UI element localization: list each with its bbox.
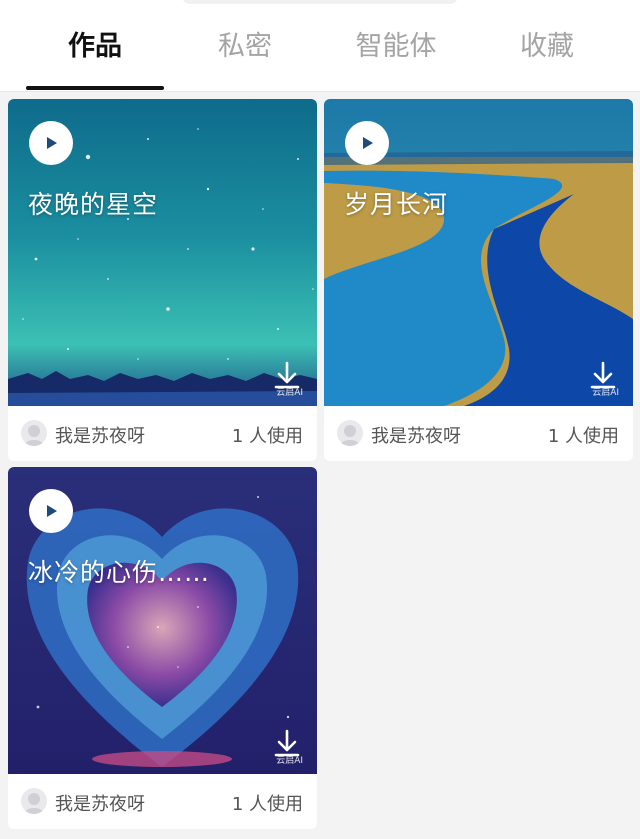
work-footer: 我是苏夜呀 1 人使用 bbox=[8, 406, 317, 461]
work-cover[interactable]: 岁月长河 云启AI bbox=[324, 99, 633, 406]
work-cover[interactable]: 冰冷的心伤…… 云启AI bbox=[8, 467, 317, 774]
work-cover[interactable]: 夜晚的星空 云启AI bbox=[8, 99, 317, 406]
work-card[interactable]: 岁月长河 云启AI 我是苏夜呀 1 人使用 bbox=[324, 99, 633, 461]
author-name[interactable]: 我是苏夜呀 bbox=[371, 422, 461, 448]
tab-works[interactable]: 作品 bbox=[20, 24, 170, 74]
watermark: 云启AI bbox=[276, 756, 303, 766]
active-tab-indicator bbox=[26, 86, 164, 90]
work-title: 岁月长河 bbox=[344, 190, 449, 219]
work-title: 冰冷的心伤…… bbox=[28, 558, 211, 587]
tab-favorites[interactable]: 收藏 bbox=[472, 24, 622, 74]
usage-count: 1 人使用 bbox=[547, 426, 619, 447]
play-icon[interactable] bbox=[345, 121, 389, 165]
tab-bar: 作品 私密 智能体 收藏 bbox=[0, 0, 640, 92]
author-name[interactable]: 我是苏夜呀 bbox=[55, 422, 145, 448]
works-grid: 夜晚的星空 云启AI 我是苏夜呀 1 人使用 岁月长河 云启AI 我是苏夜呀 1… bbox=[0, 92, 640, 839]
avatar[interactable] bbox=[21, 420, 47, 446]
work-title: 夜晚的星空 bbox=[28, 190, 159, 219]
search-pill[interactable] bbox=[182, 0, 458, 4]
avatar[interactable] bbox=[337, 420, 363, 446]
play-icon[interactable] bbox=[29, 489, 73, 533]
tab-private[interactable]: 私密 bbox=[170, 24, 320, 74]
work-footer: 我是苏夜呀 1 人使用 bbox=[8, 774, 317, 829]
work-card[interactable]: 夜晚的星空 云启AI 我是苏夜呀 1 人使用 bbox=[8, 99, 317, 461]
watermark: 云启AI bbox=[276, 388, 303, 398]
avatar[interactable] bbox=[21, 788, 47, 814]
author-name[interactable]: 我是苏夜呀 bbox=[55, 790, 145, 816]
work-footer: 我是苏夜呀 1 人使用 bbox=[324, 406, 633, 461]
work-card[interactable]: 冰冷的心伤…… 云启AI 我是苏夜呀 1 人使用 bbox=[8, 467, 317, 829]
watermark: 云启AI bbox=[592, 388, 619, 398]
usage-count: 1 人使用 bbox=[231, 426, 303, 447]
usage-count: 1 人使用 bbox=[231, 794, 303, 815]
play-icon[interactable] bbox=[29, 121, 73, 165]
tab-agents[interactable]: 智能体 bbox=[321, 24, 471, 74]
